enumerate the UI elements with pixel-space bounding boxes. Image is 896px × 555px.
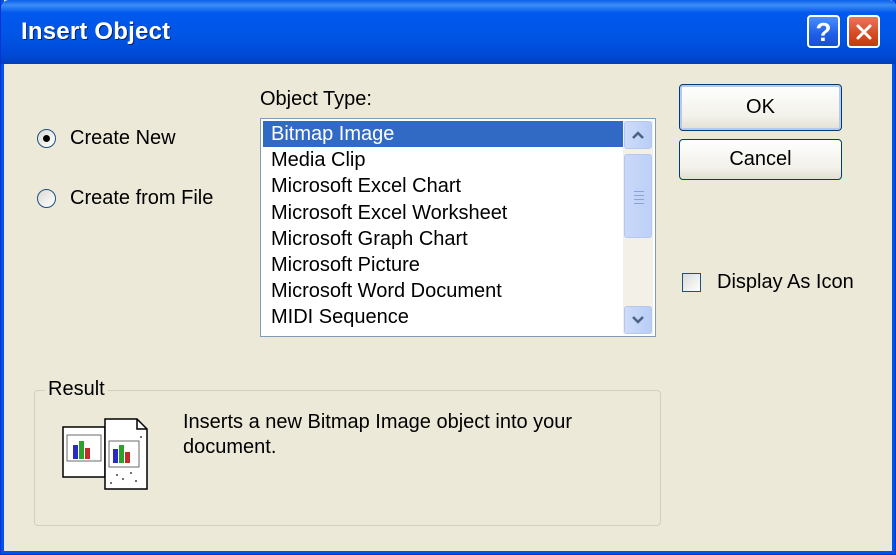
help-button[interactable]: ?: [807, 15, 840, 48]
scroll-thumb[interactable]: [624, 154, 652, 238]
list-item[interactable]: Microsoft Picture: [263, 252, 623, 278]
cancel-button[interactable]: Cancel: [679, 139, 842, 180]
display-as-icon-label: Display As Icon: [717, 271, 854, 293]
list-item[interactable]: Microsoft Excel Worksheet: [263, 200, 623, 226]
list-item[interactable]: Bitmap Image: [263, 121, 623, 148]
list-item[interactable]: MIDI Sequence: [263, 304, 623, 330]
create-new-radio[interactable]: Create New: [37, 127, 176, 150]
radio-indicator-create-new[interactable]: [37, 129, 56, 148]
list-item[interactable]: Microsoft Excel Chart: [263, 173, 623, 199]
scroll-down-button[interactable]: [624, 306, 652, 334]
ok-button[interactable]: OK: [679, 84, 842, 131]
close-icon: [856, 24, 871, 39]
list-item[interactable]: Microsoft Word Document: [263, 278, 623, 304]
insert-object-dialog: Insert Object ? Create New Create from F…: [0, 0, 896, 555]
result-label: Result: [45, 378, 108, 401]
chevron-up-icon: [632, 131, 644, 139]
help-icon: ?: [815, 16, 832, 47]
radio-indicator-create-from-file[interactable]: [37, 189, 56, 208]
result-description: Inserts a new Bitmap Image object into y…: [183, 411, 573, 458]
title-bar[interactable]: Insert Object ?: [1, 0, 896, 64]
grip-line: [634, 195, 644, 196]
vertical-scrollbar[interactable]: [623, 121, 653, 334]
display-as-icon-checkbox[interactable]: Display As Icon: [682, 271, 854, 294]
bitmap-object-icon: [62, 418, 148, 490]
checkbox-indicator[interactable]: [682, 273, 701, 292]
list-item[interactable]: Media Clip: [263, 147, 623, 173]
create-from-file-label: Create from File: [70, 187, 214, 209]
list-item[interactable]: Microsoft Graph Chart: [263, 226, 623, 252]
scroll-up-button[interactable]: [624, 121, 652, 149]
object-type-label: Object Type:: [260, 88, 372, 110]
grip-line: [634, 203, 644, 204]
create-new-label: Create New: [70, 127, 176, 149]
close-button[interactable]: [847, 15, 880, 48]
chevron-down-icon: [632, 316, 644, 324]
create-from-file-radio[interactable]: Create from File: [37, 187, 213, 210]
grip-line: [634, 191, 644, 192]
grip-line: [634, 199, 644, 200]
dialog-title: Insert Object: [21, 18, 171, 45]
object-type-listbox[interactable]: Bitmap Image Media Clip Microsoft Excel …: [260, 118, 656, 337]
object-type-list: Bitmap Image Media Clip Microsoft Excel …: [263, 121, 623, 331]
